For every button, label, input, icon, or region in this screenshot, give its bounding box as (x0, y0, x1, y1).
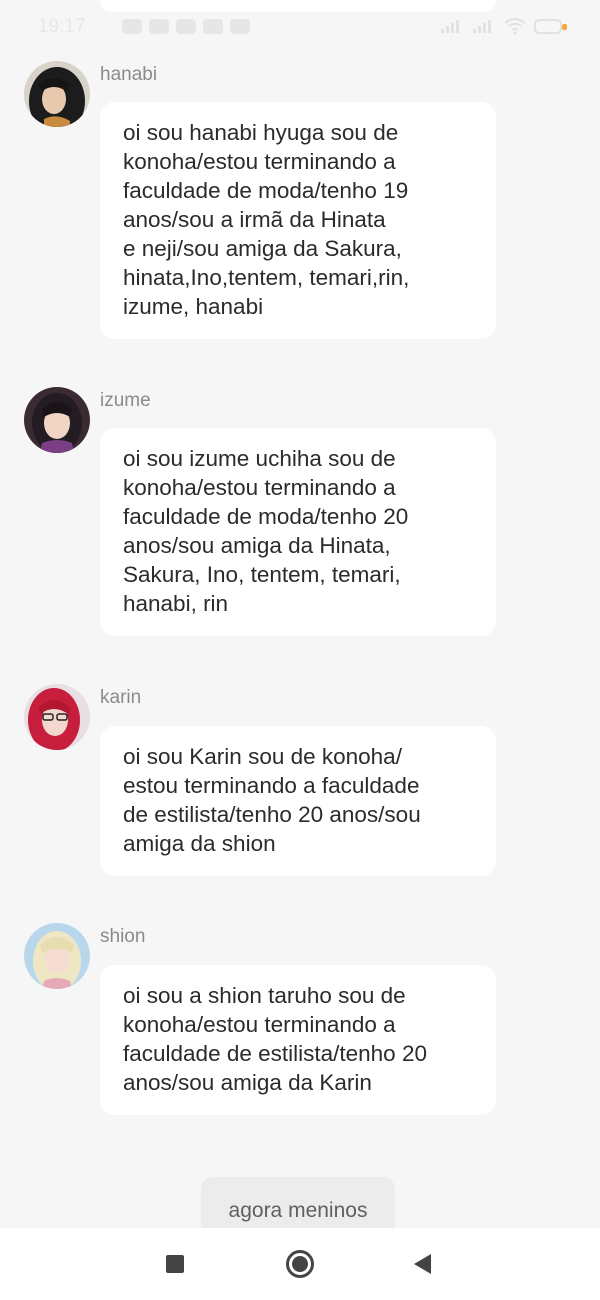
status-bar: 19:17 (0, 0, 600, 48)
recents-button[interactable] (159, 1248, 191, 1280)
avatar[interactable] (24, 61, 90, 127)
signal-icon (473, 20, 491, 33)
avatar-image (24, 387, 90, 453)
circle-inner (292, 1256, 308, 1272)
circle-icon (286, 1250, 314, 1278)
notification-icon (203, 19, 223, 34)
signal-icon (441, 20, 459, 33)
message-text: oi sou a shion taruho sou de konoha/esto… (123, 983, 427, 1095)
message-text: oi sou Karin sou de konoha/ estou termin… (123, 744, 421, 856)
notification-icon (122, 19, 142, 34)
sender-name: karin (100, 687, 142, 708)
home-button[interactable] (284, 1248, 316, 1280)
avatar-image (24, 61, 90, 127)
message-bubble[interactable]: oi sou Karin sou de konoha/ estou termin… (100, 726, 496, 876)
message-text: oi sou hanabi hyuga sou de konoha/estou … (123, 120, 410, 319)
square-icon (166, 1255, 184, 1273)
avatar[interactable] (24, 684, 90, 750)
draft-message-text: agora meninos (228, 1199, 368, 1222)
notification-icon (230, 19, 250, 34)
system-icons (440, 17, 567, 35)
message-bubble[interactable]: oi sou hanabi hyuga sou de konoha/estou … (100, 102, 496, 339)
avatar[interactable] (24, 387, 90, 453)
navigation-bar (0, 1228, 600, 1300)
notification-icon (149, 19, 169, 34)
wifi-icon (504, 18, 526, 35)
triangle-back-icon (413, 1254, 431, 1274)
sender-name: izume (100, 390, 151, 411)
battery-icon (534, 18, 567, 34)
notification-icon (176, 19, 196, 34)
avatar-image (24, 684, 90, 750)
avatar[interactable] (24, 923, 90, 989)
avatar-image (24, 923, 90, 989)
message-bubble[interactable]: oi sou izume uchiha sou de konoha/estou … (100, 428, 496, 636)
message-text: oi sou izume uchiha sou de konoha/estou … (123, 446, 409, 616)
sender-name: hanabi (100, 64, 158, 85)
sender-name: shion (100, 926, 146, 947)
notification-icons (122, 19, 250, 34)
back-button[interactable] (406, 1248, 438, 1280)
status-time: 19:17 (38, 16, 86, 37)
message-bubble[interactable]: oi sou a shion taruho sou de konoha/esto… (100, 965, 496, 1115)
